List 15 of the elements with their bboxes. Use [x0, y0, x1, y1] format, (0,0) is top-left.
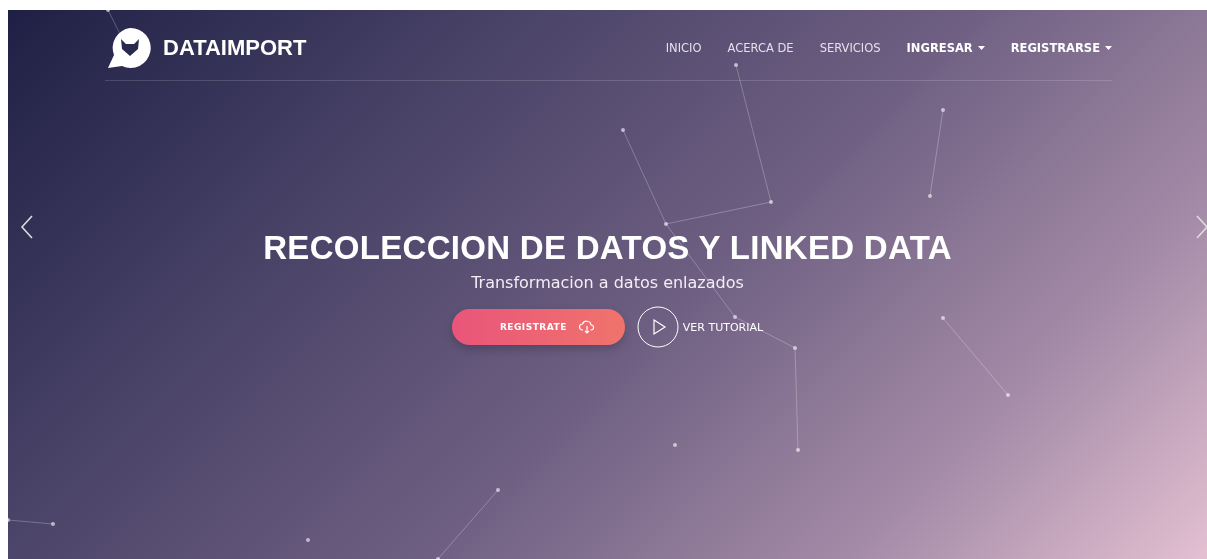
cloud-download-icon [578, 320, 595, 334]
nav-link[interactable]: ACERCA DE [727, 41, 794, 55]
nav-link[interactable]: SERVICIOS [819, 41, 881, 55]
caret-icon [1105, 46, 1112, 50]
play-icon [636, 306, 679, 348]
nav-link[interactable]: INICIO [665, 41, 702, 55]
nav-link[interactable]: REGISTRARSE [1010, 41, 1112, 55]
caret-icon [977, 46, 985, 50]
brand-name: DATAIMPORT [163, 35, 307, 61]
chevron-left-icon[interactable] [20, 214, 34, 240]
hero-subtitle: Transformacion a datos enlazados [471, 273, 744, 292]
hero-title: RECOLECCION DE DATOS Y LINKED DATA [263, 229, 952, 267]
nav-link[interactable]: INGRESAR [906, 41, 985, 55]
register-button[interactable]: REGISTRATE [451, 309, 625, 345]
tutorial-button[interactable]: VER TUTORIAL [636, 306, 764, 348]
